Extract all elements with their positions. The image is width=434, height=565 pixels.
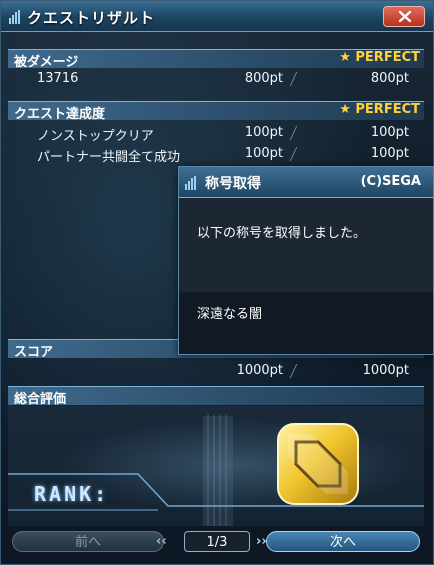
signal-bars-icon xyxy=(9,10,21,24)
page-indicator: 1/3 xyxy=(184,531,250,552)
damage-section-header: 被ダメージ ★ PERFECT xyxy=(8,49,424,70)
damage-value: 13716 xyxy=(37,71,79,86)
title-bar: クエストリザルト xyxy=(1,1,433,32)
achievement-perfect-badge: ★ PERFECT xyxy=(339,102,420,117)
score-label: スコア xyxy=(14,345,54,360)
close-icon xyxy=(398,10,412,23)
nonstop-clear-max: 100pt xyxy=(370,125,409,140)
divider-slash xyxy=(289,147,298,161)
prev-button[interactable]: 前へ xyxy=(12,531,164,552)
popup-message-area: 以下の称号を取得しました。 xyxy=(179,198,433,292)
damage-max: 800pt xyxy=(370,71,409,86)
title-acquired-popup: 称号取得 (C)SEGA 以下の称号を取得しました。 深遠なる闇 xyxy=(178,166,434,355)
chevron-left-icon: ‹‹ xyxy=(156,534,167,549)
partner-success-max: 100pt xyxy=(370,146,409,161)
signal-bars-icon xyxy=(185,176,197,190)
overall-label: 総合評価 xyxy=(14,392,67,407)
window-title: クエストリザルト xyxy=(27,9,156,27)
rank-s-emblem xyxy=(277,423,359,505)
damage-label: 被ダメージ xyxy=(14,55,79,70)
damage-score: 800pt xyxy=(244,71,283,86)
divider-slash xyxy=(289,364,298,378)
overall-section-header: 総合評価 xyxy=(8,386,424,407)
rank-display: RANK: xyxy=(8,406,424,526)
total-score: 1000pt xyxy=(236,363,283,378)
divider-slash xyxy=(289,126,298,140)
partner-success-label: パートナー共闘全て成功 xyxy=(37,150,181,165)
rank-label: RANK: xyxy=(34,482,110,506)
popup-item-area: 深遠なる闇 xyxy=(179,293,433,354)
achievement-section-header: クエスト達成度 ★ PERFECT xyxy=(8,101,424,122)
popup-message: 以下の称号を取得しました。 xyxy=(197,226,367,241)
partner-success-score: 100pt xyxy=(244,146,283,161)
popup-title: 称号取得 xyxy=(205,176,261,192)
acquired-title-name: 深遠なる闇 xyxy=(197,307,263,322)
achievement-label: クエスト達成度 xyxy=(14,107,106,122)
damage-perfect-badge: ★ PERFECT xyxy=(339,50,420,65)
next-button[interactable]: 次へ xyxy=(266,531,420,552)
popup-title-bar: 称号取得 (C)SEGA xyxy=(179,167,433,198)
popup-publisher: (C)SEGA xyxy=(360,174,421,189)
pager: 前へ ‹‹ 1/3 ›› 次へ xyxy=(8,529,424,555)
total-score-max: 1000pt xyxy=(362,363,409,378)
divider-slash xyxy=(289,72,298,86)
nonstop-clear-score: 100pt xyxy=(244,125,283,140)
nonstop-clear-label: ノンストップクリア xyxy=(37,129,154,144)
close-button[interactable] xyxy=(383,6,425,27)
